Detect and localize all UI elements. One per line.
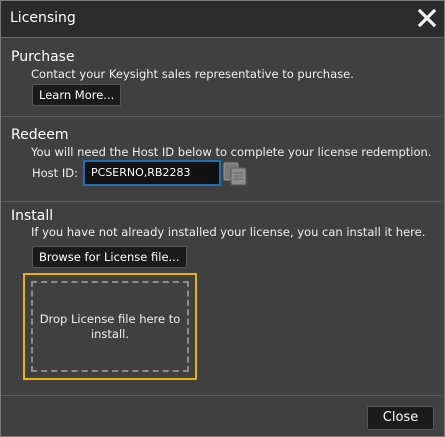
license-drop-zone[interactable]: Drop License file here to install. xyxy=(23,273,197,380)
install-description: If you have not already installed your l… xyxy=(31,225,426,239)
purchase-heading: Purchase xyxy=(11,49,75,65)
browse-license-button[interactable]: Browse for License file... xyxy=(32,246,187,268)
learn-more-button[interactable]: Learn More... xyxy=(32,84,122,106)
host-id-label: Host ID: xyxy=(32,166,78,180)
purchase-section: Purchase Contact your Keysight sales rep… xyxy=(1,38,444,117)
redeem-heading: Redeem xyxy=(11,127,69,143)
redeem-description: You will need the Host ID below to compl… xyxy=(31,145,432,159)
host-id-field[interactable]: PCSERNO,RB2283 xyxy=(83,160,221,186)
titlebar: Licensing xyxy=(1,1,444,38)
close-button[interactable]: Close xyxy=(367,406,434,430)
dialog-title: Licensing xyxy=(10,10,76,26)
licensing-dialog: Licensing Purchase Contact your Keysight… xyxy=(0,0,445,437)
drop-zone-text: Drop License file here to install. xyxy=(31,281,189,372)
install-heading: Install xyxy=(11,208,54,224)
copy-icon[interactable] xyxy=(222,161,248,187)
dialog-footer: Close xyxy=(1,396,444,436)
purchase-description: Contact your Keysight sales representati… xyxy=(31,67,354,81)
close-x-icon[interactable] xyxy=(416,7,438,29)
redeem-section: Redeem You will need the Host ID below t… xyxy=(1,117,444,202)
install-section: Install If you have not already installe… xyxy=(1,202,444,396)
